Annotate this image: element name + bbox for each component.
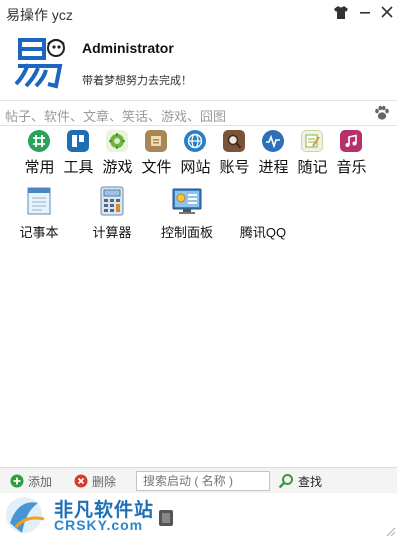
tshirt-icon [334, 5, 348, 19]
account-icon [223, 130, 245, 152]
minimize-icon [360, 12, 370, 14]
notepad-icon [27, 187, 51, 215]
watermark-subtext: CRSKY.com [54, 517, 144, 533]
tab-label: 账号 [219, 159, 250, 176]
tab-tools[interactable]: 工具 [59, 128, 98, 178]
find-button[interactable]: 查找 [278, 472, 322, 490]
tab-label: 工具 [63, 159, 94, 176]
tab-label: 网站 [180, 159, 211, 176]
calculator-icon [100, 186, 124, 216]
control-panel-icon [172, 188, 202, 214]
app-calculator[interactable]: 计算器 [73, 182, 151, 242]
tools-icon [67, 130, 89, 152]
app-tencent-qq[interactable]: 腾讯QQ [224, 182, 302, 242]
paw-icon[interactable] [373, 104, 391, 122]
app-label: 控制面板 [160, 225, 213, 240]
search-input[interactable]: 帖子、软件、文章、笑话、游戏、囧图 [5, 106, 226, 125]
skin-button[interactable] [330, 2, 352, 22]
delete-icon [74, 474, 88, 488]
app-label: 记事本 [19, 225, 59, 240]
common-icon [28, 130, 50, 152]
close-button[interactable] [376, 2, 397, 22]
tab-label: 文件 [141, 159, 172, 176]
file-icon [145, 130, 167, 152]
tab-label: 音乐 [336, 159, 367, 176]
watermark-badge-icon [159, 510, 173, 526]
games-icon [106, 130, 128, 152]
music-icon [340, 130, 362, 152]
window-title: 易操作 ycz [6, 7, 73, 23]
delete-label: 删除 [92, 474, 117, 489]
launch-search-input[interactable] [136, 471, 270, 491]
process-icon [262, 130, 284, 152]
app-notepad[interactable]: 记事本 [0, 182, 78, 242]
watermark: 非凡软件站 CRSKY.com [0, 493, 180, 537]
tab-label: 进程 [258, 159, 289, 176]
tab-accounts[interactable]: 账号 [215, 128, 254, 178]
search-icon [278, 474, 293, 489]
app-shortcut-grid: 记事本 计算器 控制面板 腾讯QQ [0, 182, 397, 252]
add-icon [10, 474, 24, 488]
tab-files[interactable]: 文件 [137, 128, 176, 178]
tab-processes[interactable]: 进程 [254, 128, 293, 178]
tab-label: 随记 [297, 159, 328, 176]
resize-grip-icon[interactable] [386, 527, 396, 537]
avatar[interactable] [14, 34, 70, 90]
crsky-logo-icon [6, 497, 45, 533]
category-tabs: 常用 工具 游戏 文件 网站 账号 进程 随记 音乐 [20, 128, 395, 178]
close-icon [381, 6, 393, 18]
title-bar: 易操作 ycz [0, 0, 397, 26]
delete-button[interactable]: 删除 [74, 472, 116, 490]
user-motto[interactable]: 带着梦想努力去完成！ [82, 72, 192, 88]
tab-common[interactable]: 常用 [20, 128, 59, 178]
add-label: 添加 [28, 474, 53, 489]
add-button[interactable]: 添加 [10, 472, 52, 490]
top-search-bar[interactable]: 帖子、软件、文章、笑话、游戏、囧图 [0, 100, 397, 126]
profile-panel: Administrator 带着梦想努力去完成！ [0, 26, 397, 98]
app-label: 计算器 [92, 225, 132, 240]
minimize-button[interactable] [354, 2, 376, 22]
tab-music[interactable]: 音乐 [332, 128, 371, 178]
tab-notes[interactable]: 随记 [293, 128, 332, 178]
tab-games[interactable]: 游戏 [98, 128, 137, 178]
tab-label: 常用 [24, 159, 55, 176]
app-control-panel[interactable]: 控制面板 [148, 182, 226, 242]
bottom-toolbar: 添加 删除 查找 [0, 467, 397, 493]
username: Administrator [82, 40, 174, 56]
website-icon [184, 130, 206, 152]
tab-label: 游戏 [102, 159, 133, 176]
tab-websites[interactable]: 网站 [176, 128, 215, 178]
footer: 非凡软件站 CRSKY.com [0, 493, 397, 537]
app-label: 腾讯QQ [239, 225, 287, 240]
find-label: 查找 [298, 474, 323, 489]
yi-logo-icon [14, 38, 65, 89]
notes-icon [301, 130, 323, 152]
